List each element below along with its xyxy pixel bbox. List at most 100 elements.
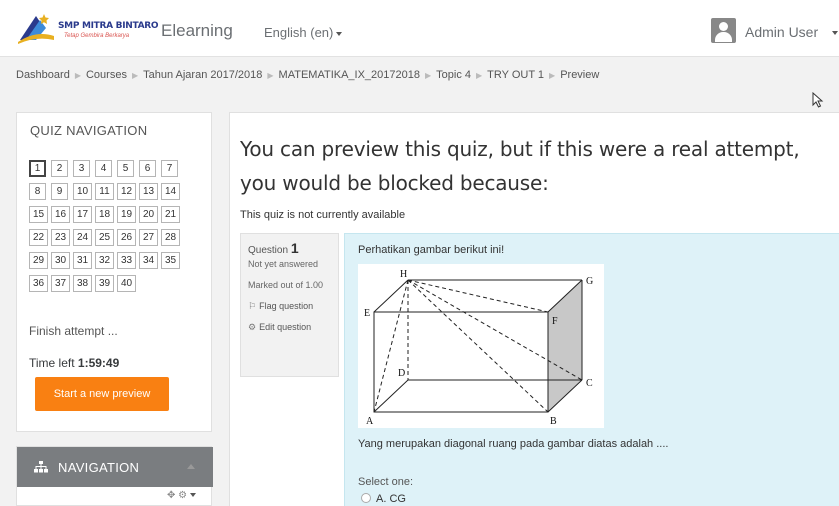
vertex-label-g: G bbox=[586, 276, 593, 287]
caret-down-icon bbox=[190, 493, 197, 498]
question-nav-button[interactable]: 39 bbox=[95, 275, 114, 292]
question-nav-button[interactable]: 29 bbox=[29, 252, 48, 269]
question-nav-button[interactable]: 30 bbox=[51, 252, 70, 269]
question-nav-button[interactable]: 11 bbox=[95, 183, 114, 200]
breadcrumb-courses[interactable]: Courses bbox=[86, 69, 127, 81]
question-nav-button[interactable]: 27 bbox=[139, 229, 158, 246]
logo-tagline: Tetap Gembira Berkarya bbox=[64, 33, 130, 39]
vertex-label-f: F bbox=[552, 316, 558, 327]
question-nav-button[interactable]: 16 bbox=[51, 206, 70, 223]
question-number: Question 1 bbox=[248, 240, 331, 256]
logo-title: SMP MITRA BINTARO bbox=[58, 21, 159, 31]
question-nav-button[interactable]: 24 bbox=[73, 229, 92, 246]
question-nav-button[interactable]: 18 bbox=[95, 206, 114, 223]
question-nav-button[interactable]: 31 bbox=[73, 252, 92, 269]
block-actions-menu[interactable]: ✥ ⚙ bbox=[167, 490, 197, 501]
question-nav-button[interactable]: 2 bbox=[51, 160, 68, 177]
breadcrumb-separator-icon: ▶ bbox=[425, 71, 432, 80]
question-nav-button[interactable]: 10 bbox=[73, 183, 92, 200]
question-nav-button[interactable]: 40 bbox=[117, 275, 136, 292]
quiz-navigation-title: QUIZ NAVIGATION bbox=[30, 123, 148, 138]
question-intro: Perhatikan gambar berikut ini! bbox=[358, 244, 505, 256]
vertex-label-h: H bbox=[400, 269, 407, 280]
question-number-value: 1 bbox=[290, 240, 299, 256]
time-left-value: 1:59:49 bbox=[77, 356, 120, 370]
select-one-label: Select one: bbox=[358, 476, 414, 488]
question-state: Not yet answered bbox=[248, 259, 319, 269]
breadcrumb-separator-icon: ▶ bbox=[476, 71, 483, 80]
question-nav-button[interactable]: 25 bbox=[95, 229, 114, 246]
answer-option-label: A. CG bbox=[376, 493, 406, 505]
question-nav-button[interactable]: 6 bbox=[139, 160, 156, 177]
breadcrumb-topic[interactable]: Topic 4 bbox=[436, 69, 471, 81]
question-nav-button[interactable]: 12 bbox=[117, 183, 136, 200]
question-nav-button[interactable]: 33 bbox=[117, 252, 136, 269]
question-nav-button[interactable]: 34 bbox=[139, 252, 158, 269]
question-nav-button[interactable]: 22 bbox=[29, 229, 48, 246]
edit-question-link[interactable]: ⚙ Edit question bbox=[248, 322, 331, 333]
question-nav-button[interactable]: 3 bbox=[73, 160, 90, 177]
vertex-label-c: C bbox=[586, 378, 593, 389]
question-number-label: Question bbox=[248, 245, 289, 256]
navigation-block-header[interactable]: NAVIGATION bbox=[17, 447, 213, 487]
language-menu[interactable]: English (en) bbox=[264, 25, 343, 40]
move-icon[interactable]: ✥ bbox=[167, 490, 175, 501]
question-nav-button[interactable]: 19 bbox=[117, 206, 136, 223]
mouse-cursor-icon bbox=[812, 92, 824, 108]
question-nav-button[interactable]: 35 bbox=[161, 252, 180, 269]
logo-emblem-icon bbox=[18, 14, 54, 44]
question-nav-button[interactable]: 17 bbox=[73, 206, 92, 223]
edit-question-label: Edit question bbox=[259, 322, 312, 332]
finish-attempt-link[interactable]: Finish attempt ... bbox=[29, 324, 118, 338]
question-nav-button[interactable]: 37 bbox=[51, 275, 70, 292]
flag-question-label: Flag question bbox=[259, 301, 314, 311]
question-nav-button[interactable]: 8 bbox=[29, 183, 46, 200]
user-menu[interactable]: Admin User bbox=[745, 24, 818, 40]
breadcrumb-separator-icon: ▶ bbox=[74, 71, 81, 80]
question-nav-button[interactable]: 4 bbox=[95, 160, 112, 177]
question-nav-button[interactable]: 1 bbox=[29, 160, 46, 177]
caret-down-icon[interactable] bbox=[832, 31, 838, 35]
question-nav-button[interactable]: 9 bbox=[51, 183, 68, 200]
question-nav-button[interactable]: 7 bbox=[161, 160, 178, 177]
question-nav-button[interactable]: 36 bbox=[29, 275, 48, 292]
cuboid-diagram: H G E F D C A B bbox=[364, 269, 593, 427]
breadcrumb-separator-icon: ▶ bbox=[549, 71, 556, 80]
answer-radio[interactable] bbox=[361, 493, 371, 503]
sitemap-icon bbox=[34, 461, 48, 473]
question-nav-button[interactable]: 5 bbox=[117, 160, 134, 177]
question-content: Perhatikan gambar berikut ini! H G E F D… bbox=[344, 233, 839, 506]
breadcrumb-preview: Preview bbox=[560, 69, 600, 81]
question-nav-button[interactable]: 21 bbox=[161, 206, 180, 223]
main-region: You can preview this quiz, but if this w… bbox=[229, 112, 839, 506]
gear-icon[interactable]: ⚙ bbox=[178, 490, 187, 501]
breadcrumb-dashboard[interactable]: Dashboard bbox=[16, 69, 70, 81]
user-avatar[interactable] bbox=[711, 18, 736, 43]
flag-question-link[interactable]: ⚐ Flag question bbox=[248, 301, 331, 312]
collapse-caret-icon[interactable] bbox=[187, 464, 195, 469]
question-nav-button[interactable]: 15 bbox=[29, 206, 48, 223]
breadcrumb-quiz[interactable]: TRY OUT 1 bbox=[487, 69, 544, 81]
question-nav-button[interactable]: 13 bbox=[139, 183, 158, 200]
question-nav-button[interactable]: 28 bbox=[161, 229, 180, 246]
navigation-block: NAVIGATION ✥ ⚙ bbox=[16, 446, 213, 506]
question-nav-button[interactable]: 23 bbox=[51, 229, 70, 246]
question-nav-button[interactable]: 32 bbox=[95, 252, 114, 269]
vertex-label-a: A bbox=[366, 416, 374, 427]
breadcrumb-separator-icon: ▶ bbox=[267, 71, 274, 80]
site-logo[interactable]: SMP MITRA BINTARO Tetap Gembira Berkarya bbox=[16, 10, 159, 46]
question-nav-button[interactable]: 14 bbox=[161, 183, 180, 200]
page-heading: You can preview this quiz, but if this w… bbox=[240, 137, 800, 195]
vertex-label-e: E bbox=[364, 308, 370, 319]
site-name[interactable]: Elearning bbox=[161, 21, 233, 41]
question-text: Yang merupakan diagonal ruang pada gamba… bbox=[358, 438, 669, 450]
breadcrumb-year[interactable]: Tahun Ajaran 2017/2018 bbox=[143, 69, 262, 81]
question-nav-button[interactable]: 20 bbox=[139, 206, 158, 223]
breadcrumb-course[interactable]: MATEMATIKA_IX_20172018 bbox=[279, 69, 420, 81]
answer-option[interactable]: A. CG bbox=[361, 493, 406, 505]
question-nav-button[interactable]: 26 bbox=[117, 229, 136, 246]
quiz-unavailable-notice: This quiz is not currently available bbox=[240, 209, 406, 221]
start-new-preview-button[interactable]: Start a new preview bbox=[35, 377, 169, 411]
question-nav-button[interactable]: 38 bbox=[73, 275, 92, 292]
gear-icon: ⚙ bbox=[248, 322, 257, 332]
